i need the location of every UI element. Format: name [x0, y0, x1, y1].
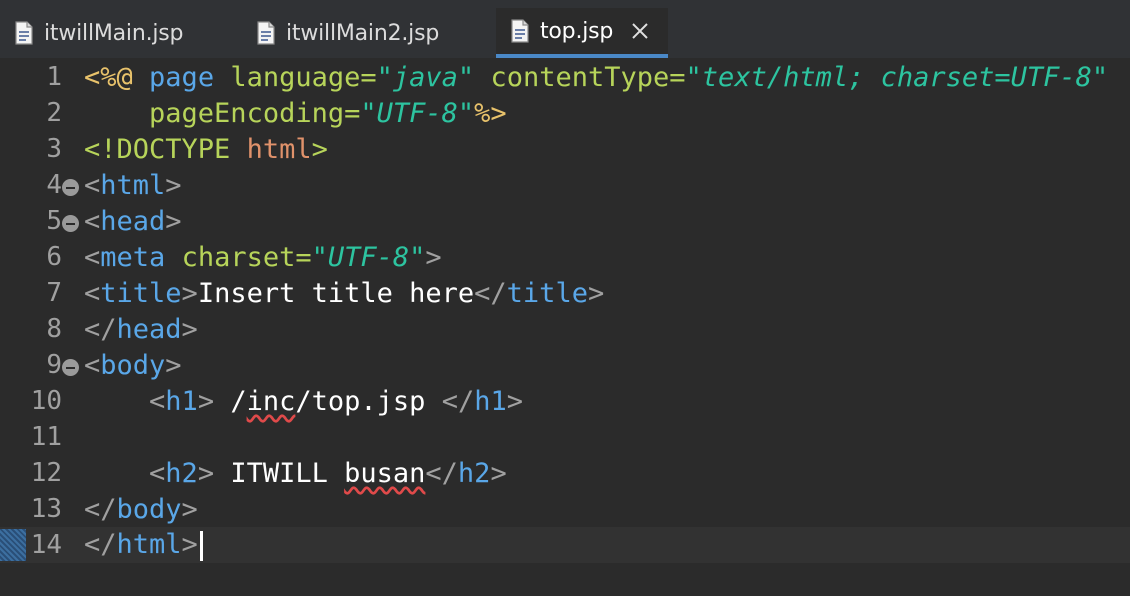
line-number: 14 — [30, 530, 62, 560]
close-icon — [632, 23, 648, 39]
code-line-10: 10 <h1> /inc/top.jsp </h1> — [0, 383, 1130, 419]
code-line-9: 9 <body> — [0, 347, 1130, 383]
code-line-7: 7 <title>Insert title here</title> — [0, 275, 1130, 311]
code-line-2: 2 pageEncoding="UTF-8"%> — [0, 95, 1130, 131]
line-content: <html> — [84, 169, 182, 201]
line-content: <h1> /inc/top.jsp </h1> — [149, 385, 523, 417]
line-content: </head> — [84, 313, 198, 345]
close-tab-button[interactable] — [629, 20, 651, 42]
line-content: <h2> ITWILL busan</h2> — [149, 457, 507, 489]
fold-collapse-icon[interactable] — [62, 215, 79, 232]
code-line-13: 13 </body> — [0, 491, 1130, 527]
jsp-file-icon — [511, 19, 529, 43]
code-editor[interactable]: 1 <%@ page language="java" contentType="… — [0, 58, 1130, 596]
line-content: </body> — [84, 493, 198, 525]
line-number: 8 — [46, 314, 62, 344]
line-number: 4 — [0, 170, 79, 200]
code-line-5: 5 <head> — [0, 203, 1130, 239]
line-content: </html> — [84, 529, 203, 561]
tab-label: itwillMain2.jsp — [286, 20, 440, 46]
line-content: <%@ page language="java" contentType="te… — [84, 61, 1109, 93]
line-number: 1 — [46, 62, 62, 92]
line-number: 7 — [46, 278, 62, 308]
code-line-8: 8 </head> — [0, 311, 1130, 347]
line-number: 11 — [30, 422, 62, 452]
jsp-file-icon — [257, 21, 275, 45]
code-line-4: 4 <html> — [0, 167, 1130, 203]
line-content: <body> — [84, 349, 182, 381]
line-number: 9 — [0, 350, 79, 380]
fold-collapse-icon[interactable] — [62, 359, 79, 376]
line-number: 6 — [46, 242, 62, 272]
tab-itwillmain2-jsp[interactable]: itwillMain2.jsp — [256, 8, 439, 58]
line-content: <meta charset="UTF-8"> — [84, 241, 442, 273]
tab-label: top.jsp — [540, 18, 614, 44]
code-line-3: 3 <!DOCTYPE html> — [0, 131, 1130, 167]
tab-top-jsp[interactable]: top.jsp — [496, 8, 668, 58]
line-number: 2 — [46, 98, 62, 128]
line-content: <head> — [84, 205, 182, 237]
line-content: pageEncoding="UTF-8"%> — [149, 97, 507, 129]
line-number: 3 — [46, 134, 62, 164]
code-line-6: 6 <meta charset="UTF-8"> — [0, 239, 1130, 275]
line-number: 12 — [30, 458, 62, 488]
spelling-error: inc — [246, 385, 296, 417]
fold-collapse-icon[interactable] — [62, 179, 79, 196]
line-number: 10 — [30, 386, 62, 416]
code-line-12: 12 <h2> ITWILL busan</h2> — [0, 455, 1130, 491]
editor-tab-bar: itwillMain.jsp itwillMain2.jsp top.jsp — [0, 0, 1130, 58]
line-number: 5 — [0, 206, 79, 236]
spelling-error: busan — [344, 457, 426, 489]
tab-label: itwillMain.jsp — [44, 20, 184, 46]
tab-itwillmain-jsp[interactable]: itwillMain.jsp — [14, 8, 184, 58]
line-content: <!DOCTYPE html> — [84, 133, 328, 165]
text-caret — [199, 530, 203, 561]
code-line-11: 11 — [0, 419, 1130, 455]
line-number: 13 — [30, 494, 62, 524]
code-line-1: 1 <%@ page language="java" contentType="… — [0, 59, 1130, 95]
code-line-14: 14 </html> — [0, 527, 1130, 563]
line-content: <title>Insert title here</title> — [84, 277, 605, 309]
jsp-file-icon — [15, 21, 33, 45]
